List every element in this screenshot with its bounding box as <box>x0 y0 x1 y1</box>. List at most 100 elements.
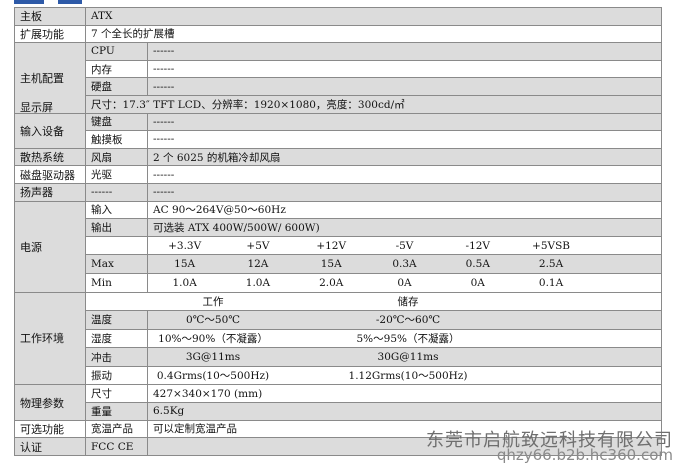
label-display: 显示屏 <box>20 101 53 114</box>
header-accent-right <box>58 0 82 4</box>
min-5v: 1.0A <box>245 276 271 289</box>
value-motherboard: ATX <box>85 7 662 26</box>
power-rails-grid: +3.3V +5V +12V -5V -12V +5VSB <box>149 237 661 254</box>
row-env-humidity: 湿度 10%～90%（不凝露） 5%～95%（不凝露） <box>15 328 662 349</box>
env-shock-grid: 3G@11ms 30G@11ms <box>148 348 661 366</box>
header-accent-left <box>14 0 44 4</box>
key-speaker: ------ <box>85 182 148 202</box>
env-head-work: 工作 <box>202 295 224 308</box>
label-expansion: 扩展功能 <box>14 24 86 44</box>
header-accent-bar <box>0 0 681 6</box>
rail-3v3: +3.3V <box>168 239 202 252</box>
value-touchpad: ------ <box>147 130 662 149</box>
label-physical: 物理参数 <box>14 384 86 421</box>
label-speaker: 扬声器 <box>14 182 86 202</box>
value-speaker: ------ <box>147 182 662 202</box>
value-weight: 6.5Kg <box>147 402 662 421</box>
rail-5vsb: +5VSB <box>532 239 571 252</box>
row-cert: 认证 FCC CE <box>14 437 662 456</box>
env-temp-grid: 0℃～50℃ -20℃～60℃ <box>148 311 661 329</box>
key-wide-temp: 宽温产品 <box>85 419 148 439</box>
row-env-header: 工作环境 工作 储存 <box>14 291 662 386</box>
key-memory: 内存 <box>85 59 148 79</box>
max-3v3: 15A <box>148 255 222 273</box>
humidity-work: 10%～90%（不凝露） <box>158 332 268 345</box>
key-temperature: 温度 <box>85 310 148 330</box>
key-size: 尺寸 <box>85 384 148 404</box>
key-power-input: 输入 <box>85 200 148 220</box>
rail-neg5v: -5V <box>395 239 414 252</box>
label-cooling: 散热系统 <box>14 147 86 167</box>
label-optional: 可选功能 <box>14 419 86 439</box>
row-phys-size: 物理参数 尺寸 427×340×170 (mm) <box>14 384 662 421</box>
row-optional: 可选功能 宽温产品 可以定制宽温产品 <box>14 419 662 439</box>
row-host-disk: 硬盘 ------ <box>15 77 662 96</box>
rail-5v: +5V <box>246 239 270 252</box>
row-power-rails: +3.3V +5V +12V -5V -12V +5VSB <box>15 235 662 256</box>
value-fan: 2 个 6025 的机箱冷却风扇 <box>147 147 662 167</box>
value-power-output: 可选装 ATX 400W/500W/ 600W) <box>147 218 662 237</box>
max-12v: 15A <box>294 255 368 273</box>
rail-neg12v: -12V <box>465 239 491 252</box>
max-neg5v: 0.3A <box>367 255 442 273</box>
vibration-store: 1.12Grms(10～500Hz) <box>348 370 468 383</box>
key-touchpad: 触摸板 <box>85 130 148 149</box>
row-cooling: 散热系统 风扇 2 个 6025 的机箱冷却风扇 <box>14 147 662 167</box>
vibration-work: 0.4Grms(10～500Hz) <box>156 370 270 383</box>
value-power-input: AC 90～264V@50～60Hz <box>147 200 662 220</box>
key-humidity: 湿度 <box>85 328 148 349</box>
label-drive: 磁盘驱动器 <box>14 165 86 184</box>
max-neg12v: 0.5A <box>441 255 515 273</box>
label-motherboard: 主板 <box>14 7 86 26</box>
key-power-min: Min <box>85 272 148 293</box>
row-env-temp: 温度 0℃～50℃ -20℃～60℃ <box>15 310 662 330</box>
max-5vsb: 2.5A <box>514 255 588 273</box>
min-neg12v: 0A <box>470 276 485 289</box>
value-disk: ------ <box>147 77 662 96</box>
value-expansion: 7 个全长的扩展槽 <box>85 24 662 44</box>
min-3v3: 1.0A <box>172 276 197 289</box>
humidity-store: 5%～95%（不凝露） <box>356 332 460 345</box>
row-power-max: Max 15A 12A 15A 0.3A 0.5A 2.5A <box>15 254 662 274</box>
min-neg5v: 0A <box>397 276 412 289</box>
row-power-input: 电源 输入 AC 90～264V@50～60Hz <box>14 200 662 293</box>
key-power-output: 输出 <box>85 218 148 237</box>
label-input-devices: 输入设备 <box>14 112 86 149</box>
row-motherboard: 主板 ATX <box>14 7 662 26</box>
row-host-cpu: 主机配置 CPU ------ <box>14 42 662 114</box>
value-cert <box>147 437 662 456</box>
row-drive: 磁盘驱动器 光驱 ------ <box>14 165 662 184</box>
value-display: 尺寸：17.3″ TFT LCD、分辨率：1920×1080，亮度：300cd/… <box>85 94 662 114</box>
key-disk: 硬盘 <box>85 77 148 96</box>
row-input-keyboard: 输入设备 键盘 ------ <box>14 112 662 149</box>
key-vibration: 振动 <box>85 365 148 386</box>
key-keyboard: 键盘 <box>85 112 148 132</box>
row-display: 尺寸：17.3″ TFT LCD、分辨率：1920×1080，亮度：300cd/… <box>15 94 662 114</box>
key-optical: 光驱 <box>85 165 148 184</box>
env-head-store: 储存 <box>397 295 419 308</box>
key-weight: 重量 <box>85 402 148 421</box>
env-humidity-grid: 10%～90%（不凝露） 5%～95%（不凝露） <box>149 330 661 347</box>
max-5v: 12A <box>221 255 295 273</box>
label-power: 电源 <box>14 200 86 293</box>
value-size: 427×340×170 (mm) <box>147 384 662 404</box>
key-cpu: CPU <box>85 42 148 61</box>
value-keyboard: ------ <box>147 112 662 132</box>
env-header-grid: 工作 储存 <box>87 293 661 310</box>
temp-work: 0℃～50℃ <box>148 311 278 329</box>
value-optical: ------ <box>147 165 662 184</box>
row-env-shock: 冲击 3G@11ms 30G@11ms <box>15 347 662 367</box>
label-cert: 认证 <box>14 437 86 456</box>
row-env-vibration: 振动 0.4Grms(10～500Hz) 1.12Grms(10～500Hz) <box>15 365 662 386</box>
key-shock: 冲击 <box>85 347 148 367</box>
value-wide-temp: 可以定制宽温产品 <box>147 419 662 439</box>
shock-store: 30G@11ms <box>348 348 468 366</box>
row-speaker: 扬声器 ------ ------ <box>14 182 662 202</box>
rail-12v: +12V <box>316 239 347 252</box>
min-12v: 2.0A <box>319 276 344 289</box>
min-5vsb: 0.1A <box>538 276 564 289</box>
temp-store: -20℃～60℃ <box>348 311 468 329</box>
shock-work: 3G@11ms <box>148 348 278 366</box>
value-cpu: ------ <box>147 42 662 61</box>
env-vibration-grid: 0.4Grms(10～500Hz) 1.12Grms(10～500Hz) <box>149 367 661 384</box>
